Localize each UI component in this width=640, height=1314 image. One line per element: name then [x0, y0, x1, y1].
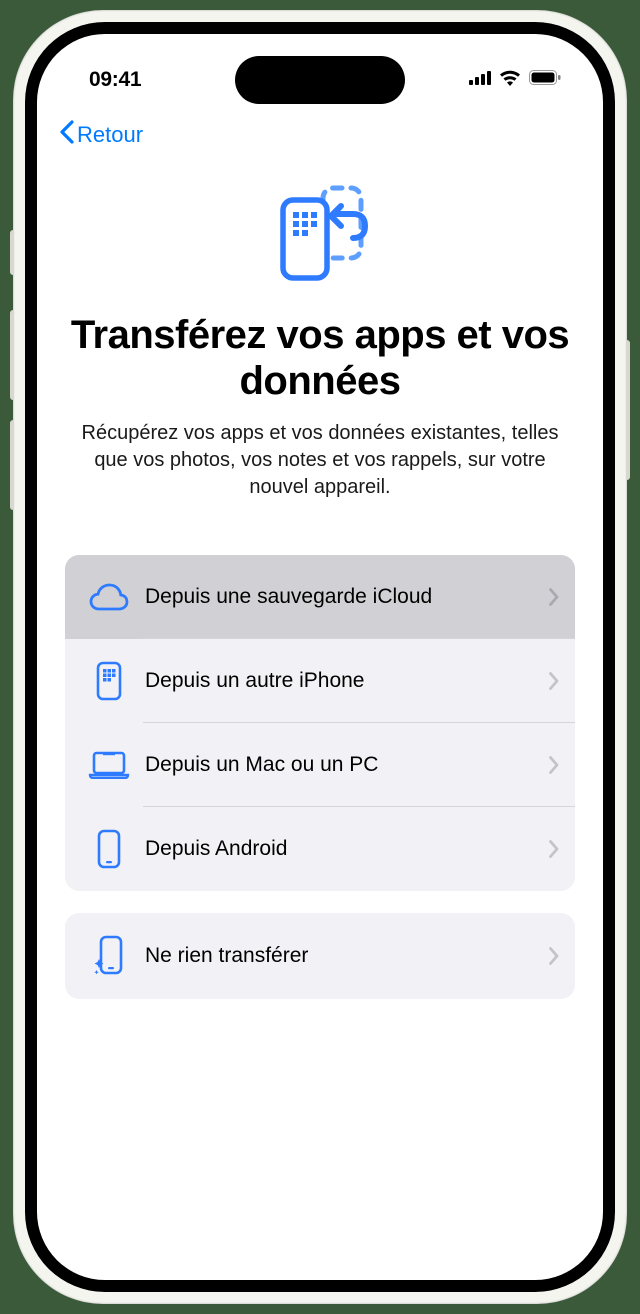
option-another-iphone[interactable]: Depuis un autre iPhone — [65, 639, 575, 723]
status-time: 09:41 — [89, 68, 141, 92]
main-content: Transférez vos apps et vos données Récup… — [37, 150, 603, 999]
chevron-left-icon — [59, 120, 75, 150]
page-subtitle: Récupérez vos apps et vos données exista… — [65, 420, 575, 501]
chevron-right-icon — [549, 941, 559, 972]
option-label: Depuis un Mac ou un PC — [133, 753, 549, 777]
side-button — [626, 340, 630, 480]
phone-sparkle-icon — [85, 935, 133, 977]
transfer-hero-icon — [65, 178, 575, 288]
option-label: Depuis un autre iPhone — [133, 669, 549, 693]
option-label: Ne rien transférer — [133, 944, 549, 968]
option-label: Depuis une sauvegarde iCloud — [133, 585, 549, 609]
page-title: Transférez vos apps et vos données — [65, 312, 575, 404]
back-button[interactable]: Retour — [59, 120, 143, 150]
phone-body: 09:41 Re — [25, 22, 615, 1292]
battery-icon — [529, 70, 561, 90]
side-button — [10, 230, 14, 275]
option-group-secondary: Ne rien transférer — [65, 913, 575, 999]
chevron-right-icon — [549, 750, 559, 781]
iphone-grid-icon — [85, 661, 133, 701]
laptop-icon — [85, 751, 133, 779]
wifi-icon — [499, 70, 521, 91]
phone-screen: 09:41 Re — [37, 34, 603, 1280]
status-icons — [469, 70, 561, 91]
option-group-primary: Depuis une sauvegarde iCloud Depuis un a… — [65, 555, 575, 891]
chevron-right-icon — [549, 834, 559, 865]
option-mac-or-pc[interactable]: Depuis un Mac ou un PC — [65, 723, 575, 807]
side-button — [10, 420, 14, 510]
side-button — [10, 310, 14, 400]
option-android[interactable]: Depuis Android — [65, 807, 575, 891]
option-icloud-backup[interactable]: Depuis une sauvegarde iCloud — [65, 555, 575, 639]
phone-icon — [85, 829, 133, 869]
option-dont-transfer[interactable]: Ne rien transférer — [65, 913, 575, 999]
option-label: Depuis Android — [133, 837, 549, 861]
back-label: Retour — [77, 122, 143, 148]
phone-frame: 09:41 Re — [13, 10, 627, 1304]
dynamic-island — [235, 56, 405, 104]
nav-bar: Retour — [37, 104, 603, 150]
cellular-icon — [469, 71, 491, 90]
chevron-right-icon — [549, 666, 559, 697]
chevron-right-icon — [549, 582, 559, 613]
cloud-icon — [85, 583, 133, 611]
